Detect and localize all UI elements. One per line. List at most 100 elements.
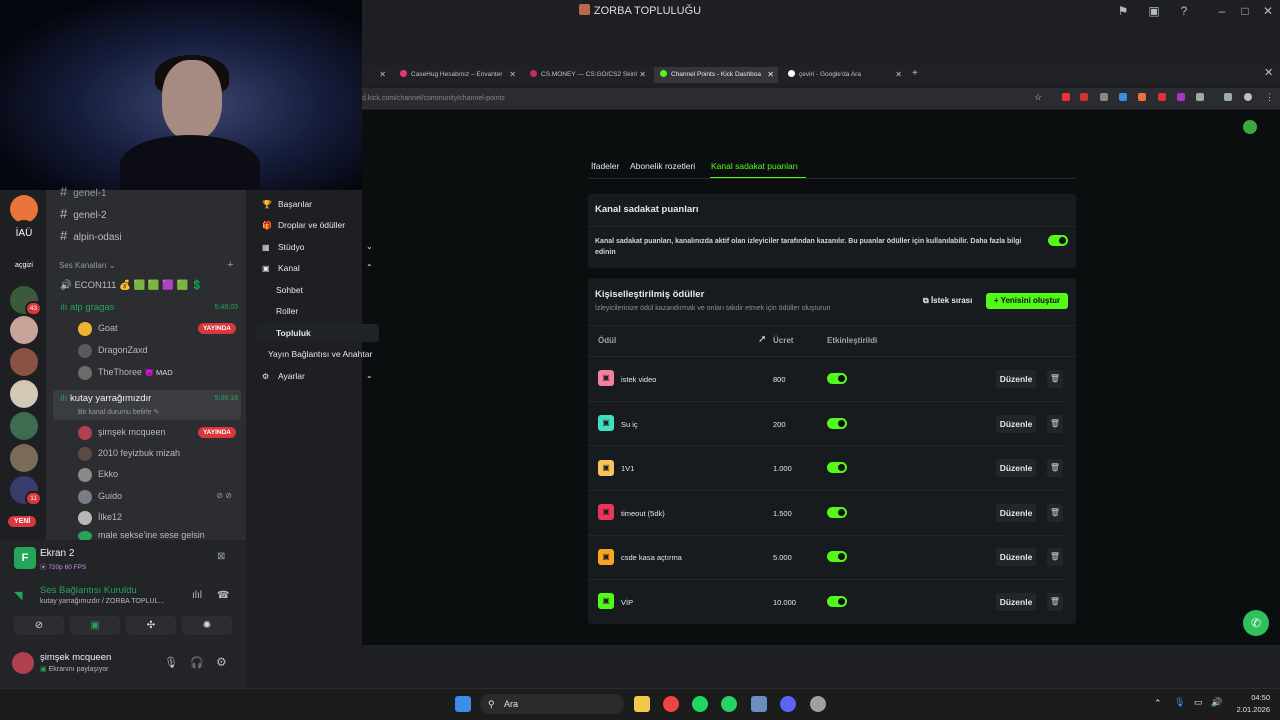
request-queue-button[interactable]: ⧉ İstek sırası bbox=[917, 293, 979, 309]
tray-clock-time[interactable]: 04:50 bbox=[1234, 693, 1270, 702]
edit-reward-button[interactable]: Düzenle bbox=[996, 504, 1036, 522]
browser-tab-partial[interactable]: ✕ bbox=[362, 67, 390, 83]
menu-item-achievements[interactable]: 🏆 Başarılar bbox=[262, 195, 312, 213]
new-tab-icon[interactable]: + bbox=[912, 68, 918, 79]
server-icon[interactable] bbox=[10, 348, 38, 376]
app-icon[interactable] bbox=[751, 696, 767, 712]
channel-status-prompt[interactable]: Bir kanal durumu belirle ✎ bbox=[78, 408, 159, 416]
browser-tab[interactable]: CS.MONEY — CS:GO/CS2 Skinl ✕ bbox=[524, 67, 650, 83]
tab-emotes[interactable]: İfadeler bbox=[591, 161, 619, 171]
voice-user[interactable]: İlke12 bbox=[78, 509, 236, 525]
browser-tab[interactable]: CaseHug Hesabınız – Envanter ✕ bbox=[394, 67, 520, 83]
voice-user[interactable]: şimşek mcqueen YAYINDA bbox=[78, 424, 236, 440]
delete-trash-icon[interactable]: 🗑 bbox=[1047, 593, 1063, 611]
screen-share-button[interactable]: ▣ bbox=[70, 616, 120, 635]
browser-tab[interactable]: çeviri - Google'da Ara ✕ bbox=[782, 67, 906, 83]
voice-channel-kutay[interactable]: ılı kutay yarrağımızdır 5:06:18 bbox=[60, 393, 238, 407]
delete-trash-icon[interactable]: 🗑 bbox=[1047, 370, 1063, 388]
extension-icon[interactable] bbox=[1100, 93, 1108, 101]
maximize-icon[interactable]: □ bbox=[1238, 4, 1252, 18]
server-icon[interactable] bbox=[10, 412, 38, 440]
voice-user[interactable]: male sekse'ine sese gelsin bbox=[78, 530, 236, 540]
server-icon[interactable] bbox=[10, 316, 38, 344]
server-icon[interactable] bbox=[10, 195, 38, 223]
spotify-icon[interactable] bbox=[692, 696, 708, 712]
menu-item-settings[interactable]: ⚙ Ayarlar ⌄ bbox=[262, 367, 378, 385]
profile-avatar[interactable] bbox=[1244, 93, 1252, 101]
reward-enabled-toggle[interactable] bbox=[827, 418, 847, 429]
tray-chevron-up-icon[interactable]: ⌃ bbox=[1154, 698, 1162, 709]
delete-trash-icon[interactable]: 🗑 bbox=[1047, 548, 1063, 566]
voice-channel-econ[interactable]: 🔊 ECON111 💰 🟩 🟩 🟪 🟩 💲 bbox=[60, 280, 240, 291]
reward-enabled-toggle[interactable] bbox=[827, 373, 847, 384]
camera-toggle-button[interactable]: ⊘ bbox=[14, 616, 64, 635]
chrome-icon[interactable] bbox=[663, 696, 679, 712]
menu-item-channel[interactable]: ▣ Kanal ⌃ bbox=[262, 259, 378, 277]
reward-enabled-toggle[interactable] bbox=[827, 596, 847, 607]
server-icon[interactable]: açgizi bbox=[10, 252, 38, 280]
browser-menu-icon[interactable]: ⋮ bbox=[1265, 92, 1274, 103]
window-close-icon[interactable]: ✕ bbox=[1264, 66, 1273, 79]
voice-user[interactable]: 2010 feyizbuk mizah bbox=[78, 445, 236, 461]
tab-channel-points[interactable]: Kanal sadakat puanları bbox=[711, 161, 798, 171]
server-icon[interactable]: 11 bbox=[10, 476, 42, 506]
extension-icon[interactable] bbox=[1062, 93, 1070, 101]
reward-enabled-toggle[interactable] bbox=[827, 507, 847, 518]
extension-icon[interactable] bbox=[1177, 93, 1185, 101]
windows-start-icon[interactable] bbox=[455, 696, 471, 712]
discord-icon[interactable] bbox=[780, 696, 796, 712]
browser-tab-active[interactable]: Channel Points - Kick Dashboa ✕ bbox=[654, 67, 778, 83]
help-icon[interactable]: ? bbox=[1177, 4, 1191, 18]
edit-reward-button[interactable]: Düzenle bbox=[996, 459, 1036, 477]
tab-close-icon[interactable]: ✕ bbox=[639, 67, 646, 83]
channel-alpin-odasi[interactable]: # alpin-odasi bbox=[60, 228, 122, 243]
delete-trash-icon[interactable]: 🗑 bbox=[1047, 459, 1063, 477]
tab-close-icon[interactable]: ✕ bbox=[767, 67, 774, 83]
file-explorer-icon[interactable] bbox=[634, 696, 650, 712]
stop-stream-icon[interactable]: ⊠ bbox=[217, 551, 225, 562]
delete-trash-icon[interactable]: 🗑 bbox=[1047, 415, 1063, 433]
delete-trash-icon[interactable]: 🗑 bbox=[1047, 504, 1063, 522]
screen-share-icon[interactable]: ▣ bbox=[1147, 4, 1161, 18]
disconnect-icon[interactable]: ☎ bbox=[217, 590, 229, 601]
tab-sub-badges[interactable]: Abonelik rozetleri bbox=[630, 161, 695, 171]
download-icon[interactable] bbox=[1224, 93, 1232, 101]
headphones-icon[interactable]: 🎧 bbox=[190, 656, 204, 669]
voice-connected-subtitle[interactable]: kutay yarrağımızdır / ZORBA TOPLUL... bbox=[40, 598, 164, 605]
reward-enabled-toggle[interactable] bbox=[827, 462, 847, 473]
server-icon[interactable] bbox=[10, 380, 38, 408]
bookmark-star-icon[interactable]: ☆ bbox=[1034, 92, 1042, 103]
tab-close-icon[interactable]: ✕ bbox=[895, 67, 902, 83]
edit-reward-button[interactable]: Düzenle bbox=[996, 370, 1036, 388]
inbox-icon[interactable]: ⚑ bbox=[1116, 4, 1130, 18]
voice-user[interactable]: Guido ⊘ ⊘ bbox=[78, 488, 236, 504]
minimize-icon[interactable]: – bbox=[1215, 4, 1229, 18]
voice-user[interactable]: TheThoree 😈 MAD bbox=[78, 364, 236, 380]
extensions-puzzle-icon[interactable] bbox=[1196, 93, 1204, 101]
voice-user[interactable]: DragonZaxd bbox=[78, 342, 236, 358]
server-icon[interactable]: 43 bbox=[10, 286, 42, 316]
extension-icon[interactable] bbox=[1080, 93, 1088, 101]
soundboard-button[interactable]: ✺ bbox=[182, 616, 232, 635]
menu-item-drops[interactable]: 🎁 Droplar ve ödüller bbox=[262, 216, 345, 234]
menu-subitem-roles[interactable]: Roller bbox=[276, 302, 298, 320]
edit-reward-button[interactable]: Düzenle bbox=[996, 593, 1036, 611]
tab-close-icon[interactable]: ✕ bbox=[509, 67, 516, 83]
edit-reward-button[interactable]: Düzenle bbox=[996, 415, 1036, 433]
channel-genel-1[interactable]: # genel-1 bbox=[60, 184, 107, 199]
activities-button[interactable]: ✣ bbox=[126, 616, 176, 635]
extension-icon[interactable] bbox=[1119, 93, 1127, 101]
app-icon[interactable] bbox=[810, 696, 826, 712]
reward-enabled-toggle[interactable] bbox=[827, 551, 847, 562]
close-icon[interactable]: ✕ bbox=[1261, 4, 1275, 18]
menu-item-stream-key[interactable]: Yayın Bağlantısı ve Anahtar bbox=[268, 345, 372, 363]
user-name[interactable]: şimşek mcqueen bbox=[40, 652, 111, 663]
loyalty-enabled-toggle[interactable] bbox=[1048, 235, 1068, 246]
voice-category-header[interactable]: Ses Kanalları ⌄ bbox=[59, 261, 116, 270]
voice-channel-alp-gragas[interactable]: ılı alp gragas 5:48:03 bbox=[60, 302, 238, 316]
user-settings-icon[interactable]: ⚙ bbox=[216, 655, 227, 669]
kick-profile-avatar[interactable] bbox=[1243, 120, 1257, 134]
voice-user[interactable]: Ekko bbox=[78, 466, 236, 482]
create-reward-button[interactable]: + Yenisini oluştur bbox=[986, 293, 1068, 309]
extension-icon[interactable] bbox=[1138, 93, 1146, 101]
